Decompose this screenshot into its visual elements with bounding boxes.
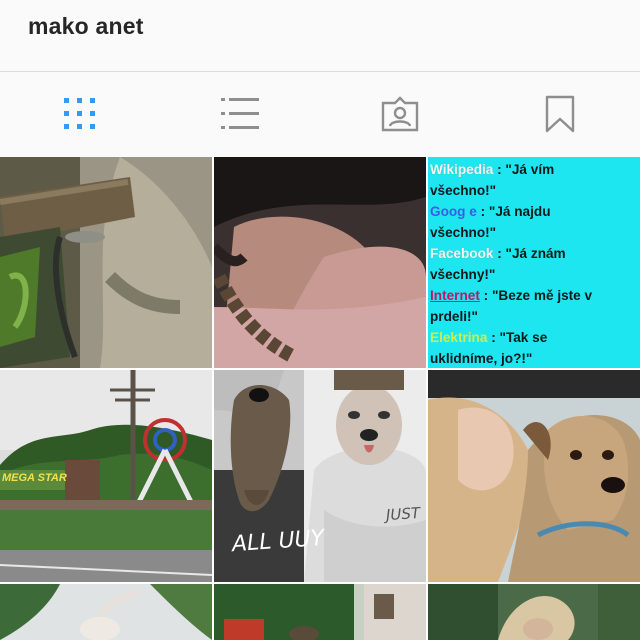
profile-username: mako anet [28,13,144,39]
post-braid-selfie[interactable] [214,157,426,368]
meme-text: všechny!" [430,267,496,282]
meme-text: všechno!" [430,225,497,240]
post-image [428,370,640,582]
post-image [428,584,640,640]
list-icon [221,98,259,129]
post-amusement-park[interactable]: MEGA STAR [0,370,212,582]
tab-grid[interactable] [0,73,160,155]
posts-grid: Wikipedia : "Já vím všechno!" Goog e : "… [0,157,640,640]
post-image [0,584,212,640]
meme-text: prdeli!" [430,309,478,324]
meme-text: : "Tak se [487,330,548,345]
meme-text: : "Já znám [493,246,566,261]
profile-tab-bar [0,73,640,155]
meme-label-facebook: Facebook [430,246,494,261]
post-text-meme[interactable]: Wikipedia : "Já vím všechno!" Goog e : "… [428,157,640,368]
tagged-icon [381,96,419,132]
tab-saved[interactable] [480,73,640,155]
post-girl-outdoors[interactable] [428,584,640,640]
post-girl-with-dog[interactable] [428,370,640,582]
meme-text: všechno!" [430,183,497,198]
post-lizard-photo[interactable] [0,157,212,368]
post-outdoor-dance[interactable] [0,584,212,640]
tab-tagged[interactable] [320,73,480,155]
post-image [0,157,212,368]
meme-text: : "Beze mě jste v [479,288,593,303]
amusement-sign: MEGA STAR [2,472,67,484]
meme-text: uklidníme, jo?!" [430,351,533,366]
sweater-print-text: JUST [385,503,421,525]
post-image [214,584,426,640]
meme-label-elektrina: Elektrina [430,330,488,345]
saved-icon [545,95,575,133]
profile-header: mako anet [0,0,640,72]
post-garden-photo[interactable] [214,584,426,640]
post-image [214,157,426,368]
meme-text: : "Já vím [493,162,555,177]
tab-list[interactable] [160,73,320,155]
meme-label-internet: Internet [430,288,480,303]
meme-label-wikipedia: Wikipedia [430,162,494,177]
meme-text: : "Já najdu [476,204,551,219]
post-dog-filter-selfie[interactable]: ALL UUY JUST [214,370,426,582]
meme-label-google: Goog e [430,204,477,219]
grid-icon [64,98,95,129]
